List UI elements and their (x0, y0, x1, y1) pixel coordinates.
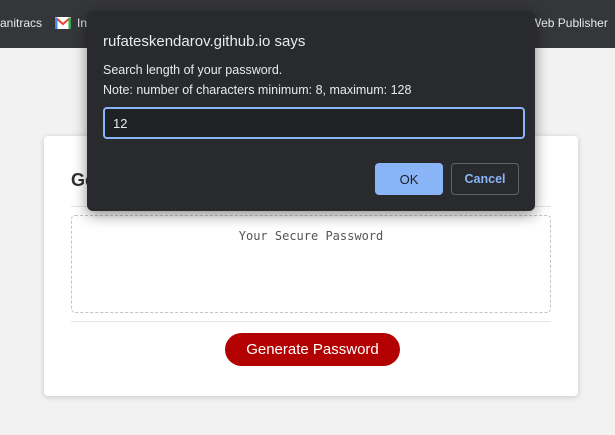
password-output-box[interactable]: Your Secure Password (71, 215, 551, 313)
bookmark-label: anitracs (0, 16, 43, 30)
dialog-note: Note: number of characters minimum: 8, m… (103, 83, 412, 97)
cancel-button[interactable]: Cancel (451, 163, 519, 195)
divider (71, 321, 551, 322)
generate-password-button[interactable]: Generate Password (225, 333, 400, 366)
bookmark-label: In (77, 16, 88, 30)
password-length-input[interactable] (103, 107, 525, 139)
bookmark-web-publisher[interactable]: Web Publisher (530, 16, 608, 30)
gmail-icon (55, 17, 71, 29)
dialog-message: Search length of your password. (103, 63, 283, 77)
prompt-dialog: rufateskendarov.github.io says Search le… (87, 11, 535, 211)
ok-button[interactable]: OK (375, 163, 443, 195)
bookmark-label: Web Publisher (530, 16, 608, 30)
bookmark-anitracs[interactable]: anitracs (0, 16, 42, 30)
bookmark-gmail[interactable]: In (55, 16, 87, 30)
dialog-title: rufateskendarov.github.io says (103, 33, 306, 50)
password-placeholder: Your Secure Password (238, 229, 384, 243)
